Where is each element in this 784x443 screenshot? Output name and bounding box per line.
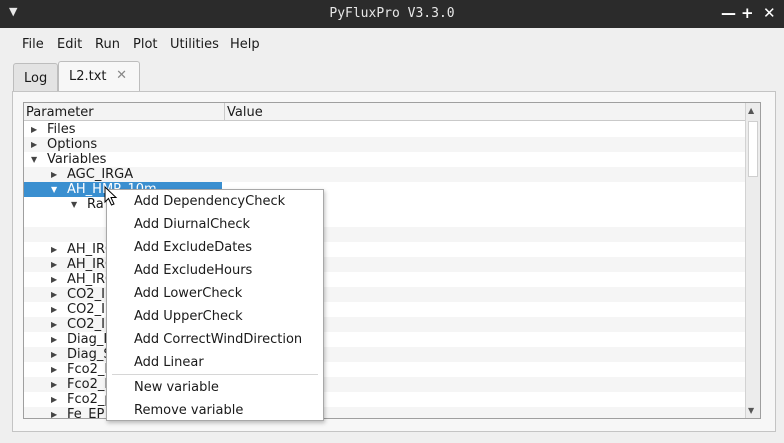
mouse-cursor-icon — [104, 186, 118, 206]
close-icon[interactable]: ✕ — [763, 4, 776, 22]
expand-arrow-icon[interactable]: ▶ — [51, 317, 57, 332]
scroll-down-arrow-icon[interactable]: ▼ — [748, 406, 754, 415]
menu-item-add-correctwinddirection[interactable]: Add CorrectWindDirection — [134, 332, 302, 347]
menu-item-add-dependencycheck[interactable]: Add DependencyCheck — [134, 194, 285, 209]
column-header-parameter-label: Parameter — [26, 105, 94, 120]
expand-arrow-icon[interactable]: ▶ — [51, 407, 57, 418]
scrollbar-thumb[interactable] — [748, 121, 758, 177]
tree-row-label: Variables — [47, 152, 107, 167]
collapse-arrow-icon[interactable]: ▼ — [71, 197, 77, 212]
tree-row-files[interactable]: ▶ Files — [24, 122, 746, 137]
context-menu: Add DependencyCheck Add DiurnalCheck Add… — [106, 189, 324, 421]
menu-separator — [112, 374, 318, 375]
expand-arrow-icon[interactable]: ▶ — [31, 122, 37, 137]
menu-run[interactable]: Run — [95, 37, 120, 52]
tree-row-label: Options — [47, 137, 98, 152]
column-header-value-label: Value — [227, 105, 263, 120]
tree-row-label: Files — [47, 122, 76, 137]
menu-item-new-variable[interactable]: New variable — [134, 380, 219, 395]
tab-l2-label: L2.txt — [69, 69, 107, 84]
tree-row-options[interactable]: ▶ Options — [24, 137, 746, 152]
scroll-up-arrow-icon[interactable]: ▲ — [748, 106, 754, 115]
expand-arrow-icon[interactable]: ▶ — [51, 362, 57, 377]
expand-arrow-icon[interactable]: ▶ — [51, 242, 57, 257]
expand-arrow-icon[interactable]: ▶ — [31, 137, 37, 152]
menu-help[interactable]: Help — [230, 37, 260, 52]
tree-row-label: AGC_IRGA — [67, 167, 134, 182]
expand-arrow-icon[interactable]: ▶ — [51, 347, 57, 362]
expand-arrow-icon[interactable]: ▶ — [51, 287, 57, 302]
expand-arrow-icon[interactable]: ▶ — [51, 257, 57, 272]
menu-file[interactable]: File — [22, 37, 44, 52]
expand-arrow-icon[interactable]: ▶ — [51, 332, 57, 347]
menu-item-add-uppercheck[interactable]: Add UpperCheck — [134, 309, 243, 324]
tab-bar: Log L2.txt ✕ — [0, 60, 784, 92]
maximize-icon[interactable]: + — [741, 4, 754, 22]
tree-row-label: Fe_EP — [67, 407, 105, 419]
menu-item-add-excludedates[interactable]: Add ExcludeDates — [134, 240, 252, 255]
menu-item-remove-variable[interactable]: Remove variable — [134, 403, 243, 418]
expand-arrow-icon[interactable]: ▶ — [51, 377, 57, 392]
title-bar: ▼ PyFluxPro V3.3.0 — + ✕ — [0, 0, 784, 28]
tab-log[interactable]: Log — [13, 63, 58, 91]
minimize-icon[interactable]: — — [721, 4, 736, 22]
expand-arrow-icon[interactable]: ▶ — [51, 272, 57, 287]
tree-row-label: Diag_S — [67, 347, 112, 362]
menu-item-add-lowercheck[interactable]: Add LowerCheck — [134, 286, 242, 301]
tree-row-variables[interactable]: ▼ Variables — [24, 152, 746, 167]
tab-close-icon[interactable]: ✕ — [116, 68, 127, 83]
menu-item-add-excludehours[interactable]: Add ExcludeHours — [134, 263, 252, 278]
tab-l2[interactable]: L2.txt ✕ — [58, 61, 140, 92]
menu-bar: File Edit Run Plot Utilities Help — [0, 28, 784, 60]
collapse-arrow-icon[interactable]: ▼ — [31, 152, 37, 167]
window-title: PyFluxPro V3.3.0 — [329, 6, 455, 21]
column-header-value[interactable]: Value — [224, 103, 746, 121]
menu-edit[interactable]: Edit — [57, 37, 82, 52]
menu-item-add-linear[interactable]: Add Linear — [134, 355, 204, 370]
vertical-scrollbar[interactable]: ▲ ▼ — [745, 103, 760, 418]
expand-arrow-icon[interactable]: ▶ — [51, 392, 57, 407]
collapse-arrow-icon[interactable]: ▼ — [51, 182, 57, 197]
menu-plot[interactable]: Plot — [133, 37, 158, 52]
expand-arrow-icon[interactable]: ▶ — [51, 167, 57, 182]
menu-utilities[interactable]: Utilities — [170, 37, 219, 52]
tree-row-label: Ra — [87, 197, 104, 212]
column-header-parameter[interactable]: Parameter — [24, 103, 224, 121]
tab-log-label: Log — [24, 71, 48, 86]
menu-item-add-diurnalcheck[interactable]: Add DiurnalCheck — [134, 217, 250, 232]
tree-row-agc-irga[interactable]: ▶ AGC_IRGA — [24, 167, 746, 182]
expand-arrow-icon[interactable]: ▶ — [51, 302, 57, 317]
